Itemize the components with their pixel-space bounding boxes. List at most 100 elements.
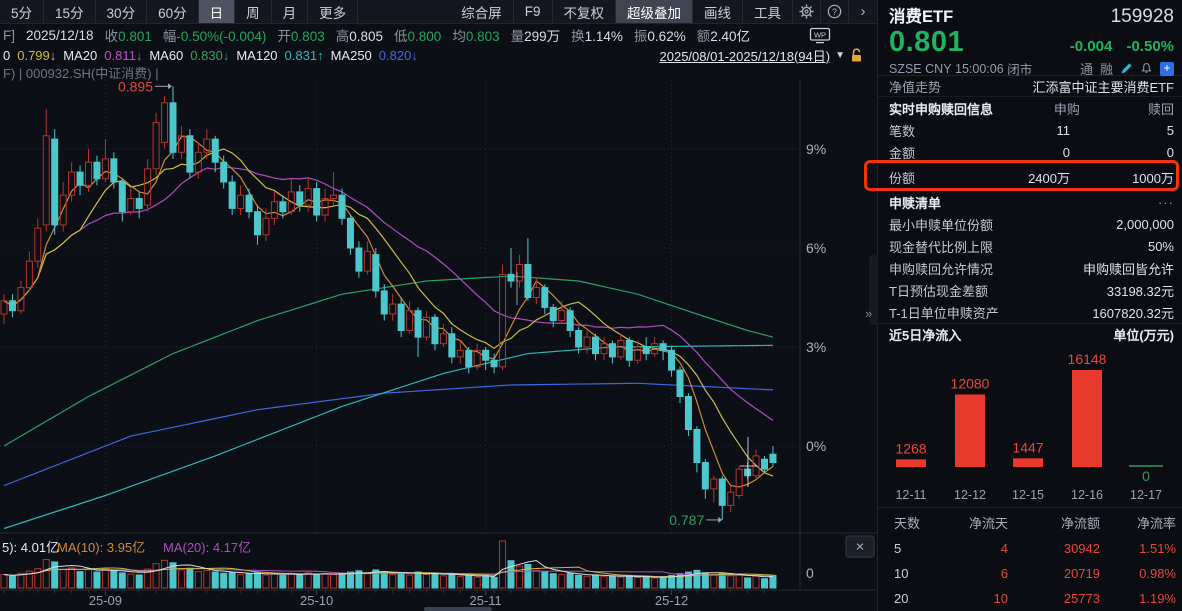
- currency-label: CNY: [925, 62, 951, 76]
- close-volume-pane-button[interactable]: ×: [846, 536, 874, 557]
- nav-trend-row[interactable]: 净值走势 汇添富中证主要消费ETF: [878, 76, 1182, 97]
- ma-indicator-row: 00.799↓MA200.811↓MA600.830↓MA1200.831↑MA…: [0, 46, 877, 64]
- low-price-annotation: 0.787: [669, 512, 704, 528]
- tab-15分[interactable]: 15分: [44, 0, 96, 23]
- unlock-icon[interactable]: [850, 48, 863, 63]
- collapse-chevron-icon[interactable]: »: [865, 306, 872, 321]
- nav-row-value: 汇添富中证主要消费ETF: [1032, 77, 1174, 96]
- list-row-T-1日单位申赎资产: T-1日单位申赎资产1607820.32元: [878, 301, 1182, 323]
- pencil-icon[interactable]: [1120, 62, 1133, 75]
- ma-token: 0: [3, 48, 10, 63]
- table-header-row: 天数净流天净流额净流率: [878, 508, 1182, 536]
- tag-margin-tong: 通: [1080, 59, 1093, 78]
- wp-widget-button[interactable]: WP: [809, 27, 831, 44]
- date-range-text[interactable]: 2025/08/01-2025/12/18(94日): [660, 46, 831, 65]
- date-range-control[interactable]: 2025/08/01-2025/12/18(94日) ▼: [660, 46, 863, 65]
- tab-30分[interactable]: 30分: [96, 0, 148, 23]
- tool-工具[interactable]: 工具: [743, 0, 793, 23]
- chevron-right-icon: ›: [861, 3, 866, 20]
- table-row: 54309421.51%: [878, 536, 1182, 561]
- tab-5分[interactable]: 5分: [0, 0, 44, 23]
- netflow-bar: [1072, 370, 1102, 467]
- question-circle-icon: ?: [827, 4, 842, 19]
- tab-60分[interactable]: 60分: [147, 0, 199, 23]
- quote-time: 15:00:06: [955, 62, 1004, 76]
- field-高: 高0.805: [336, 25, 383, 45]
- interval-tabs: 5分15分30分60分日周月更多: [0, 0, 358, 23]
- rt-rows: 笔数115金额00份额2400万1000万: [878, 119, 1182, 191]
- wp-monitor-icon: WP: [809, 27, 831, 44]
- field-低: 低0.800: [394, 25, 441, 45]
- chart-horizontal-scrollbar[interactable]: [424, 607, 492, 611]
- bar-category-label: 12-15: [1012, 488, 1044, 502]
- list-header-label: 申赎清单: [889, 193, 941, 212]
- quote-subrow: SZSE CNY 15:00:06 闭市 通 融 +: [889, 59, 1174, 78]
- y-axis-label: 9%: [806, 141, 826, 157]
- field-幅: 幅-0.50%(-0.004): [163, 25, 267, 45]
- list-row-现金替代比例上限: 现金替代比例上限50%: [878, 235, 1182, 257]
- bar-category-label: 12-17: [1130, 488, 1162, 502]
- list-rows: 最小申赎单位份额2,000,000现金替代比例上限50%申购赎回允许情况申购赎回…: [878, 213, 1182, 323]
- exchange-label: SZSE: [889, 62, 922, 76]
- x-axis-label: 25-09: [89, 593, 122, 608]
- caret-down-icon[interactable]: ▼: [835, 50, 845, 61]
- more-tools-chevron[interactable]: ›: [849, 0, 877, 23]
- change-percent: -0.50%: [1126, 38, 1174, 55]
- tool-F9[interactable]: F9: [514, 0, 553, 23]
- ma-token: 0.830↓: [190, 48, 229, 63]
- bar-value-label: 16148: [1068, 351, 1107, 367]
- bar-value-label: 0: [1142, 468, 1150, 484]
- kline-chart-canvas[interactable]: 9%6%3%0%25-0925-1025-1125-125): 4.01亿MA(…: [0, 80, 877, 611]
- svg-text:WP: WP: [814, 30, 826, 39]
- tab-月[interactable]: 月: [272, 0, 309, 23]
- tool-综合屏[interactable]: 综合屏: [450, 0, 514, 23]
- field-开: 开0.803: [277, 25, 324, 45]
- netflow-bar: [955, 394, 985, 467]
- tab-更多[interactable]: 更多: [308, 0, 358, 23]
- ma-tokens: 00.799↓MA200.811↓MA600.830↓MA1200.831↑MA…: [3, 48, 425, 63]
- ma-token: MA20: [63, 48, 97, 63]
- ma-token: MA120: [236, 48, 277, 63]
- bar-category-label: 12-11: [895, 488, 926, 502]
- ma-token: 0.831↑: [285, 48, 324, 63]
- field-均: 均0.803: [452, 25, 499, 45]
- high-price-annotation: 0.895: [118, 80, 153, 94]
- tab-周[interactable]: 周: [235, 0, 272, 23]
- security-name: 消费ETF: [889, 3, 953, 27]
- list-section-header: 申赎清单 ···: [878, 191, 1182, 213]
- info-prefix: F]: [3, 28, 15, 43]
- tool-超级叠加[interactable]: 超级叠加: [616, 0, 693, 23]
- table-row: 2010257731.19%: [878, 586, 1182, 611]
- list-row-最小申赎单位份额: 最小申赎单位份额2,000,000: [878, 213, 1182, 235]
- help-icon[interactable]: ?: [821, 0, 849, 23]
- more-dots-icon[interactable]: ···: [1158, 195, 1174, 210]
- tool-画线[interactable]: 画线: [693, 0, 743, 23]
- bell-icon[interactable]: [1140, 62, 1153, 75]
- rt-header-label: 实时申购赎回信息: [889, 99, 993, 118]
- ma-token: 0.811↓: [104, 48, 142, 63]
- rt-col-subscribe: 申购: [993, 99, 1080, 118]
- table-row: 106207190.98%: [878, 561, 1182, 586]
- list-row-申购赎回允许情况: 申购赎回允许情况申购赎回皆允许: [878, 257, 1182, 279]
- tab-日[interactable]: 日: [199, 0, 236, 23]
- security-code: 159928: [1111, 6, 1174, 28]
- add-watchlist-icon[interactable]: +: [1160, 62, 1174, 76]
- field-换: 换1.14%: [571, 25, 623, 45]
- ma-token: MA60: [149, 48, 183, 63]
- info-date: 2025/12/18: [26, 28, 94, 43]
- bar-category-label: 12-16: [1071, 488, 1103, 502]
- info-fields: 收0.801幅-0.50%(-0.004)开0.803高0.805低0.800均…: [105, 25, 761, 45]
- gear-icon: [799, 4, 814, 19]
- tool-不复权[interactable]: 不复权: [553, 0, 617, 23]
- change-value: -0.004: [1070, 38, 1113, 55]
- netflow-bar: [896, 459, 926, 467]
- y-axis-label: 3%: [806, 339, 826, 355]
- ma-token: MA250: [331, 48, 372, 63]
- y-axis-label: 0%: [806, 438, 826, 454]
- bar-value-label: 1447: [1012, 439, 1043, 455]
- toolbar-tools: 综合屏F9不复权超级叠加画线工具: [450, 0, 793, 23]
- ma-token: 0.820↓: [379, 48, 418, 63]
- market-status: 闭市: [1007, 59, 1032, 78]
- settings-gear-icon[interactable]: [793, 0, 821, 23]
- bar-value-label: 1268: [895, 440, 926, 456]
